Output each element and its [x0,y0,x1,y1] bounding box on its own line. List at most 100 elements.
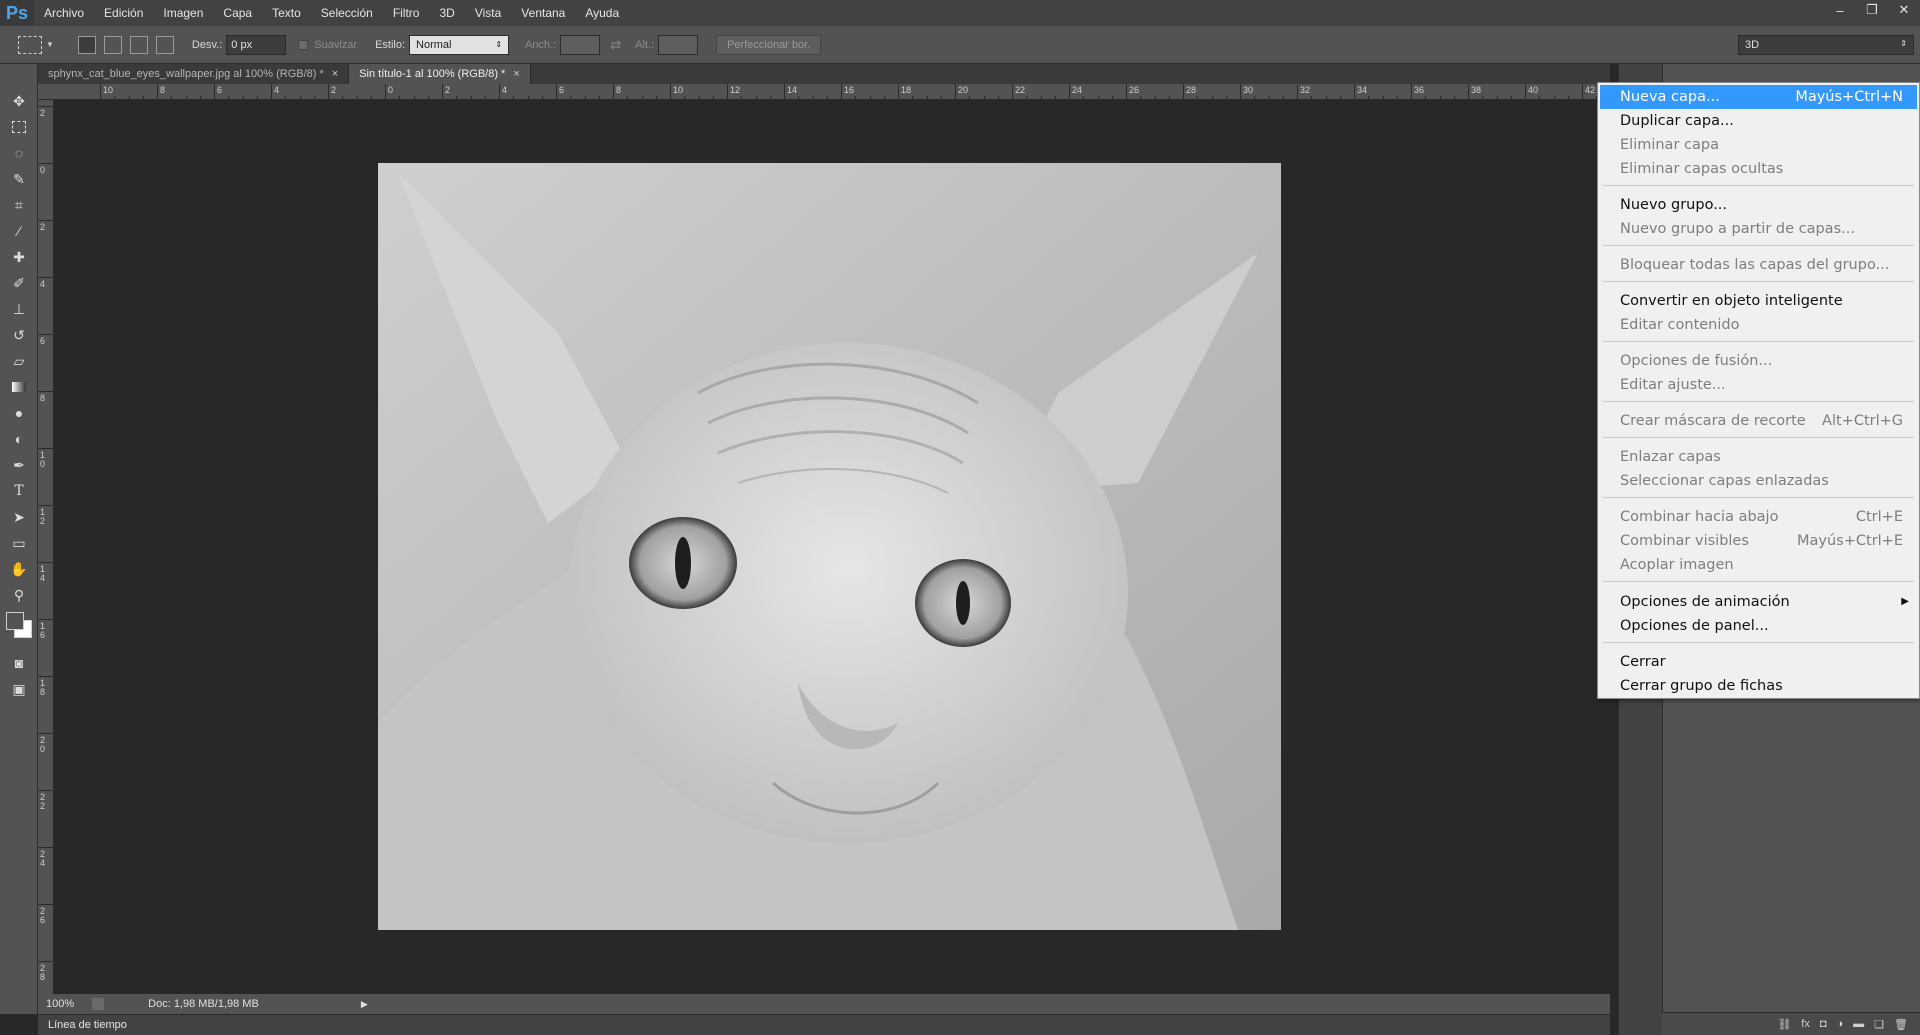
menu-3d[interactable]: 3D [429,0,464,26]
menu-item-select-linked-layers[interactable]: Seleccionar capas enlazadas [1600,469,1917,493]
zoom-level[interactable]: 100% [46,998,74,1010]
quick-mask-icon[interactable]: ◙ [0,650,38,676]
minimize-button[interactable]: – [1824,0,1856,20]
new-selection-icon[interactable] [77,35,96,54]
ruler-label: 26 [40,906,46,925]
foreground-color-swatch[interactable] [6,612,24,630]
ruler-tick [1582,84,1583,100]
menu-vista[interactable]: Vista [465,0,511,26]
lasso-tool-icon[interactable]: ◌ [0,140,38,166]
play-icon[interactable]: ▶ [361,999,368,1010]
menu-item-link-layers[interactable]: Enlazar capas [1600,445,1917,469]
menu-edicion[interactable]: Edición [94,0,153,26]
menu-item-flatten-image[interactable]: Acoplar imagen [1600,553,1917,577]
menu-item-new-group-from-layers[interactable]: Nuevo grupo a partir de capas... [1600,217,1917,241]
menu-item-lock-group-layers[interactable]: Bloquear todas las capas del grupo... [1600,253,1917,277]
blur-tool-icon[interactable]: ● [0,400,38,426]
menu-item-close-tab-group[interactable]: Cerrar grupo de fichas [1600,674,1917,698]
pen-tool-icon[interactable]: ✒ [0,452,38,478]
rectangle-tool-icon[interactable]: ▭ [0,530,38,556]
menu-item-new-group[interactable]: Nuevo grupo... [1600,193,1917,217]
tab-sphynx-document[interactable]: sphynx_cat_blue_eyes_wallpaper.jpg al 10… [38,64,350,84]
menu-texto[interactable]: Texto [262,0,311,26]
brush-tool-icon[interactable]: ✐ [0,270,38,296]
subtract-selection-icon[interactable] [129,35,148,54]
style-select[interactable]: Normal ⇕ [409,34,510,55]
eyedropper-tool-icon[interactable]: ⁄ [0,218,38,244]
intersect-selection-icon[interactable] [155,35,174,54]
trash-icon[interactable]: 🗑 [1894,1018,1908,1031]
info-icon[interactable] [92,998,105,1010]
close-window-button[interactable]: ✕ [1888,0,1920,20]
menu-item-animation-options[interactable]: Opciones de animación ▶ [1600,590,1917,614]
feather-input[interactable] [226,34,287,55]
menu-item-label: Eliminar capas ocultas [1620,161,1784,177]
type-tool-icon[interactable]: T [0,478,38,504]
fx-icon[interactable]: fx [1801,1018,1810,1030]
ruler-label: 12 [40,507,46,526]
ruler-tick [499,84,500,100]
ruler-tick [271,84,272,100]
add-to-selection-icon[interactable] [103,35,122,54]
menu-item-merge-down[interactable]: Combinar hacia abajo Ctrl+E [1600,505,1917,529]
document-image[interactable] [378,163,1281,930]
screen-mode-icon[interactable]: ▣ [0,676,38,702]
menu-item-convert-smart-object[interactable]: Convertir en objeto inteligente [1600,289,1917,313]
menu-item-new-layer[interactable]: Nueva capa... Mayús+Ctrl+N [1600,85,1917,109]
menu-item-delete-hidden-layers[interactable]: Eliminar capas ocultas [1600,157,1917,181]
healing-brush-tool-icon[interactable]: ✚ [0,244,38,270]
clone-stamp-tool-icon[interactable]: ⊥ [0,296,38,322]
path-selection-tool-icon[interactable]: ➤ [0,504,38,530]
link-icon[interactable]: ⛓ [1777,1018,1791,1031]
height-input[interactable] [658,34,699,55]
marquee-tool-preset-icon[interactable] [18,35,42,54]
history-brush-tool-icon[interactable]: ↺ [0,322,38,348]
swap-icon[interactable]: ⇄ [610,37,621,53]
move-tool-icon[interactable]: ✥ [0,88,38,114]
menu-item-label: Convertir en objeto inteligente [1620,293,1843,309]
menu-item-close[interactable]: Cerrar [1600,650,1917,674]
menu-item-merge-visible[interactable]: Combinar visibles Mayús+Ctrl+E [1600,529,1917,553]
menu-item-duplicate-layer[interactable]: Duplicar capa... [1600,109,1917,133]
timeline-panel-tab[interactable]: Línea de tiempo [38,1014,1610,1035]
restore-button[interactable]: ❐ [1856,0,1888,20]
height-label: Alt.: [635,38,655,51]
ruler-tick [1525,84,1526,100]
width-input[interactable] [560,34,601,55]
dodge-tool-icon[interactable]: ◐ [0,426,38,452]
menu-separator [1603,341,1914,342]
quick-selection-tool-icon[interactable]: ✎ [0,166,38,192]
marquee-tool-icon[interactable] [0,114,38,140]
menu-item-create-clipping-mask[interactable]: Crear máscara de recorte Alt+Ctrl+G [1600,409,1917,433]
adjustment-icon[interactable]: ◑ [1837,1018,1844,1030]
zoom-tool-icon[interactable]: ⚲ [0,582,38,608]
horizontal-ruler: 10 8 6 4 2 0 2 4 6 8 10 12 14 16 18 20 22 24 26 28 30 32 34 36 3… [38,84,1626,100]
menu-item-panel-options[interactable]: Opciones de panel... [1600,614,1917,638]
workspace-select[interactable]: 3D ⇕ [1738,35,1914,55]
close-icon[interactable]: × [332,68,338,80]
menu-item-blending-options[interactable]: Opciones de fusión... [1600,349,1917,373]
ruler-label: 28 [1186,85,1197,95]
hand-tool-icon[interactable]: ✋ [0,556,38,582]
tab-untitled-document[interactable]: Sin título-1 al 100% (RGB/8) * × [349,64,531,84]
crop-tool-icon[interactable]: ⌗ [0,192,38,218]
gradient-tool-icon[interactable] [0,374,38,400]
refine-edge-button[interactable]: Perfeccionar bor. [716,34,822,55]
eraser-tool-icon[interactable]: ▱ [0,348,38,374]
menu-ventana[interactable]: Ventana [511,0,575,26]
folder-icon[interactable]: ▬ [1853,1018,1864,1030]
menu-capa[interactable]: Capa [213,0,262,26]
menu-item-delete-layer[interactable]: Eliminar capa [1600,133,1917,157]
menu-archivo[interactable]: Archivo [34,0,94,26]
antialias-checkbox[interactable] [298,39,309,50]
mask-icon[interactable]: ◘ [1820,1018,1827,1030]
new-layer-icon[interactable]: ❑ [1874,1018,1884,1031]
menu-item-edit-adjustment[interactable]: Editar ajuste... [1600,373,1917,397]
menu-imagen[interactable]: Imagen [153,0,213,26]
menu-seleccion[interactable]: Selección [311,0,383,26]
close-icon[interactable]: × [513,68,519,80]
menu-filtro[interactable]: Filtro [383,0,430,26]
chevron-down-icon[interactable]: ▼ [46,40,54,49]
menu-item-edit-contents[interactable]: Editar contenido [1600,313,1917,337]
menu-ayuda[interactable]: Ayuda [575,0,629,26]
